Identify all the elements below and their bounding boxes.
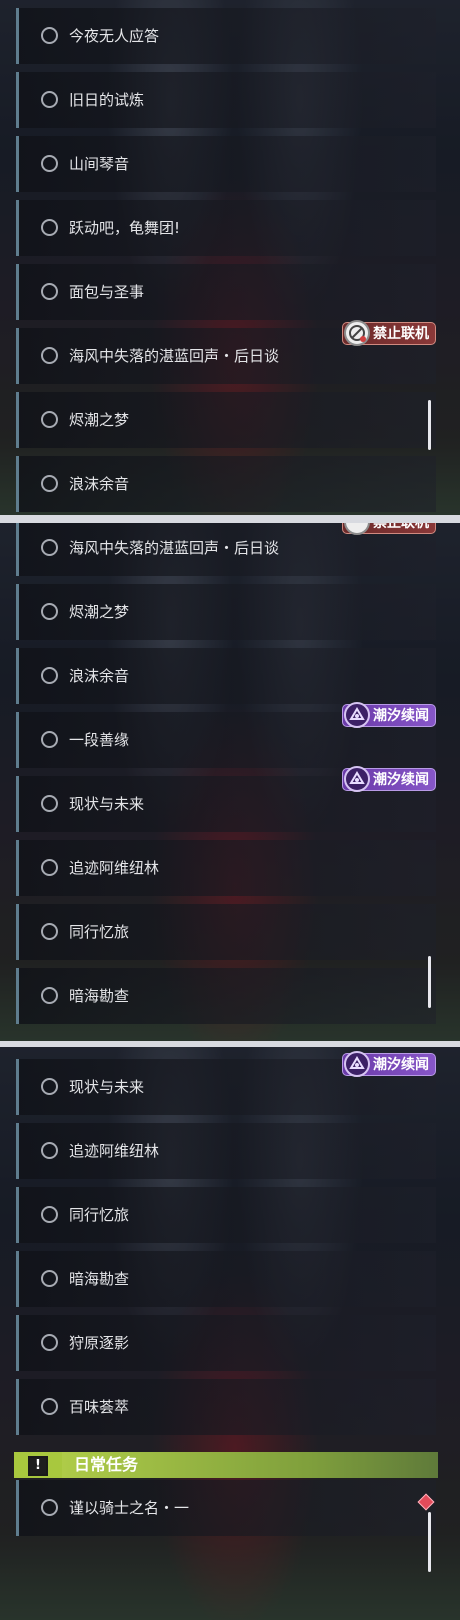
circle-icon	[41, 1206, 58, 1223]
quest-label: 浪沫余音	[69, 667, 130, 685]
tide-label: 潮汐续闻	[373, 708, 429, 724]
quest-label: 暗海勘查	[69, 1270, 130, 1288]
divider	[0, 515, 460, 523]
circle-icon	[41, 1334, 58, 1351]
quest-label: 追迹阿维纽林	[69, 859, 160, 877]
quest-label: 谨以骑士之名・一	[69, 1499, 190, 1517]
circle-icon	[41, 475, 58, 492]
circle-icon	[41, 987, 58, 1004]
scrollbar-thumb[interactable]	[428, 1512, 431, 1572]
quest-label: 海风中失落的湛蓝回声・后日谈	[69, 347, 280, 365]
quest-row[interactable]: 暗海勘查	[16, 968, 436, 1024]
quest-row[interactable]: 烬潮之梦	[16, 584, 436, 640]
tide-label: 潮汐续闻	[373, 1057, 429, 1073]
quest-row[interactable]: 今夜无人应答	[16, 8, 436, 64]
circle-icon	[41, 795, 58, 812]
tide-icon	[344, 702, 370, 728]
quest-label: 狩原逐影	[69, 1334, 130, 1352]
circle-icon	[41, 603, 58, 620]
quest-label: 同行忆旅	[69, 923, 130, 941]
circle-icon	[41, 1499, 58, 1516]
circle-icon	[41, 1270, 58, 1287]
circle-icon	[41, 347, 58, 364]
quest-row[interactable]: 浪沫余音	[16, 456, 436, 512]
quest-row[interactable]: 浪沫余音	[16, 648, 436, 704]
quest-label: 同行忆旅	[69, 1206, 130, 1224]
no-coop-badge-cropped: 禁止联机	[342, 523, 436, 535]
quest-label: 旧日的试炼	[69, 91, 145, 109]
quest-row[interactable]: 面包与圣事	[16, 264, 436, 320]
quest-row[interactable]: 狩原逐影	[16, 1315, 436, 1371]
quest-row[interactable]: 烬潮之梦	[16, 392, 436, 448]
quest-row[interactable]: 追迹阿维纽林	[16, 840, 436, 896]
no-coop-icon	[344, 523, 370, 535]
circle-icon	[41, 1078, 58, 1095]
divider	[0, 1041, 460, 1047]
exclamation-icon: !	[28, 1456, 48, 1476]
quest-label: 烬潮之梦	[69, 411, 130, 429]
quest-label: 浪沫余音	[69, 475, 130, 493]
daily-quests-title: 日常任务	[74, 1455, 139, 1474]
no-coop-badge: 禁止联机	[342, 320, 436, 346]
quest-label: 百味荟萃	[69, 1398, 130, 1416]
quest-label: 一段善缘	[69, 731, 130, 749]
circle-icon	[41, 219, 58, 236]
quest-label: 山间琴音	[69, 155, 130, 173]
tide-icon	[344, 766, 370, 792]
quest-row[interactable]: 谨以骑士之名・一	[16, 1480, 436, 1536]
tide-icon	[344, 1051, 370, 1077]
circle-icon	[41, 27, 58, 44]
circle-icon	[41, 859, 58, 876]
tide-badge: 潮汐续闻	[342, 766, 436, 792]
no-coop-label: 禁止联机	[373, 523, 429, 531]
tide-badge: 潮汐续闻	[342, 1051, 436, 1077]
daily-icon-box: !	[14, 1452, 62, 1478]
quest-row[interactable]: 跃动吧，龟舞团!	[16, 200, 436, 256]
tide-badge: 潮汐续闻	[342, 702, 436, 728]
quest-label: 暗海勘查	[69, 987, 130, 1005]
quest-row[interactable]: 百味荟萃	[16, 1379, 436, 1435]
circle-icon	[41, 731, 58, 748]
circle-icon	[41, 539, 58, 556]
scrollbar-thumb[interactable]	[428, 400, 431, 450]
quest-label: 海风中失落的湛蓝回声・后日谈	[69, 539, 280, 557]
quest-label: 现状与未来	[69, 1078, 145, 1096]
daily-quests-header[interactable]: ! 日常任务	[14, 1452, 438, 1478]
quest-panel-1: 今夜无人应答 旧日的试炼 山间琴音 跃动吧，龟舞团! 面包与圣事 海风中失落的湛…	[0, 0, 460, 515]
quest-label: 现状与未来	[69, 795, 145, 813]
circle-icon	[41, 1142, 58, 1159]
tide-label: 潮汐续闻	[373, 772, 429, 788]
circle-icon	[41, 923, 58, 940]
quest-label: 面包与圣事	[69, 283, 145, 301]
quest-label: 烬潮之梦	[69, 603, 130, 621]
quest-panel-3: 现状与未来 追迹阿维纽林 同行忆旅 暗海勘查 狩原逐影 百味荟萃 谨以骑士之名・…	[0, 1047, 460, 1620]
circle-icon	[41, 1398, 58, 1415]
circle-icon	[41, 283, 58, 300]
quest-row[interactable]: 旧日的试炼	[16, 72, 436, 128]
quest-row[interactable]: 同行忆旅	[16, 904, 436, 960]
quest-row[interactable]: 山间琴音	[16, 136, 436, 192]
quest-row[interactable]: 追迹阿维纽林	[16, 1123, 436, 1179]
circle-icon	[41, 411, 58, 428]
quest-row[interactable]: 暗海勘查	[16, 1251, 436, 1307]
quest-row[interactable]: 同行忆旅	[16, 1187, 436, 1243]
quest-label: 今夜无人应答	[69, 27, 160, 45]
no-coop-icon	[344, 320, 370, 346]
quest-label: 追迹阿维纽林	[69, 1142, 160, 1160]
scrollbar-thumb[interactable]	[428, 956, 431, 1008]
no-coop-label: 禁止联机	[373, 326, 429, 342]
circle-icon	[41, 155, 58, 172]
quest-panel-2: 禁止联机 海风中失落的湛蓝回声・后日谈 烬潮之梦 浪沫余音 一段善缘 现状与未来…	[0, 523, 460, 1041]
circle-icon	[41, 667, 58, 684]
circle-icon	[41, 91, 58, 108]
quest-label: 跃动吧，龟舞团!	[69, 219, 181, 237]
